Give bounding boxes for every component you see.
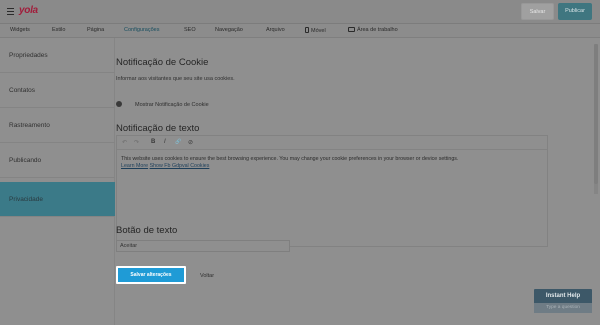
main-nav: Widgets Estilo Página Configurações SEO … bbox=[0, 24, 600, 38]
cookie-description: Informar aos visitantes que seu site usa… bbox=[116, 76, 235, 82]
editor-content: This website uses cookies to ensure the … bbox=[121, 156, 459, 162]
italic-icon[interactable]: I bbox=[164, 139, 166, 145]
logo[interactable]: yola bbox=[19, 5, 38, 16]
show-cookie-radio[interactable] bbox=[116, 101, 122, 107]
sidebar-item-rastreamento[interactable]: Rastreamento bbox=[0, 108, 115, 143]
button-text-title: Botão de texto bbox=[116, 225, 178, 236]
nav-arquivo[interactable]: Arquivo bbox=[266, 27, 285, 33]
save-button[interactable]: Salvar bbox=[521, 3, 554, 20]
save-changes-button[interactable]: Salvar alterações bbox=[116, 266, 186, 284]
cookie-notification-title: Notificação de Cookie bbox=[116, 57, 209, 68]
editor-toolbar: ↶ ↷ B I 🔗 ⊘ bbox=[117, 136, 547, 150]
bold-icon[interactable]: B bbox=[151, 139, 155, 145]
notification-text-editor[interactable]: ↶ ↷ B I 🔗 ⊘ This website uses cookies to… bbox=[116, 135, 548, 247]
nav-movel[interactable]: Móvel bbox=[305, 27, 326, 34]
top-bar: yola Salvar Publicar bbox=[0, 0, 600, 24]
show-cookie-label: Mostrar Notificação de Cookie bbox=[135, 102, 209, 108]
sidebar-item-publicando[interactable]: Publicando bbox=[0, 143, 115, 178]
sidebar-item-contatos[interactable]: Contatos bbox=[0, 73, 115, 108]
nav-widgets[interactable]: Widgets bbox=[10, 27, 30, 33]
sidebar-item-privacidade[interactable]: Privacidade bbox=[0, 182, 115, 217]
editor-links: Learn More Show Fb Gdpval Cookies bbox=[121, 163, 209, 169]
nav-desktop[interactable]: Área de trabalho bbox=[348, 27, 398, 33]
scrollbar[interactable] bbox=[594, 44, 598, 194]
show-cookies-link[interactable]: Show Fb Gdpval Cookies bbox=[150, 163, 210, 169]
nav-estilo[interactable]: Estilo bbox=[52, 27, 65, 33]
text-notification-title: Notificação de texto bbox=[116, 123, 200, 134]
nav-movel-label: Móvel bbox=[311, 28, 326, 34]
back-button[interactable]: Voltar bbox=[200, 273, 214, 279]
unlink-icon[interactable]: ⊘ bbox=[188, 139, 193, 146]
undo-icon[interactable]: ↶ bbox=[122, 139, 127, 146]
help-question-input[interactable]: Type a question bbox=[534, 303, 592, 313]
nav-configuracoes[interactable]: Configurações bbox=[124, 27, 159, 33]
main-panel: Notificação de Cookie Informar aos visit… bbox=[116, 38, 600, 325]
nav-navegacao[interactable]: Navegação bbox=[215, 27, 243, 33]
link-icon[interactable]: 🔗 bbox=[175, 139, 181, 145]
instant-help-widget[interactable]: Instant Help Type a question bbox=[534, 289, 592, 319]
settings-sidebar: Propriedades Contatos Rastreamento Publi… bbox=[0, 38, 115, 325]
scroll-thumb[interactable] bbox=[594, 44, 598, 184]
nav-pagina[interactable]: Página bbox=[87, 27, 104, 33]
mobile-icon bbox=[305, 27, 309, 33]
publish-button[interactable]: Publicar bbox=[558, 3, 592, 20]
desktop-icon bbox=[348, 27, 355, 32]
instant-help-title[interactable]: Instant Help bbox=[534, 289, 592, 303]
nav-desktop-label: Área de trabalho bbox=[357, 27, 398, 33]
sidebar-item-propriedades[interactable]: Propriedades bbox=[0, 38, 115, 73]
button-text-input[interactable]: Aceitar bbox=[116, 240, 290, 252]
learn-more-link[interactable]: Learn More bbox=[121, 163, 148, 169]
nav-seo[interactable]: SEO bbox=[184, 27, 196, 33]
hamburger-menu-icon[interactable] bbox=[7, 8, 15, 15]
redo-icon[interactable]: ↷ bbox=[134, 139, 139, 146]
